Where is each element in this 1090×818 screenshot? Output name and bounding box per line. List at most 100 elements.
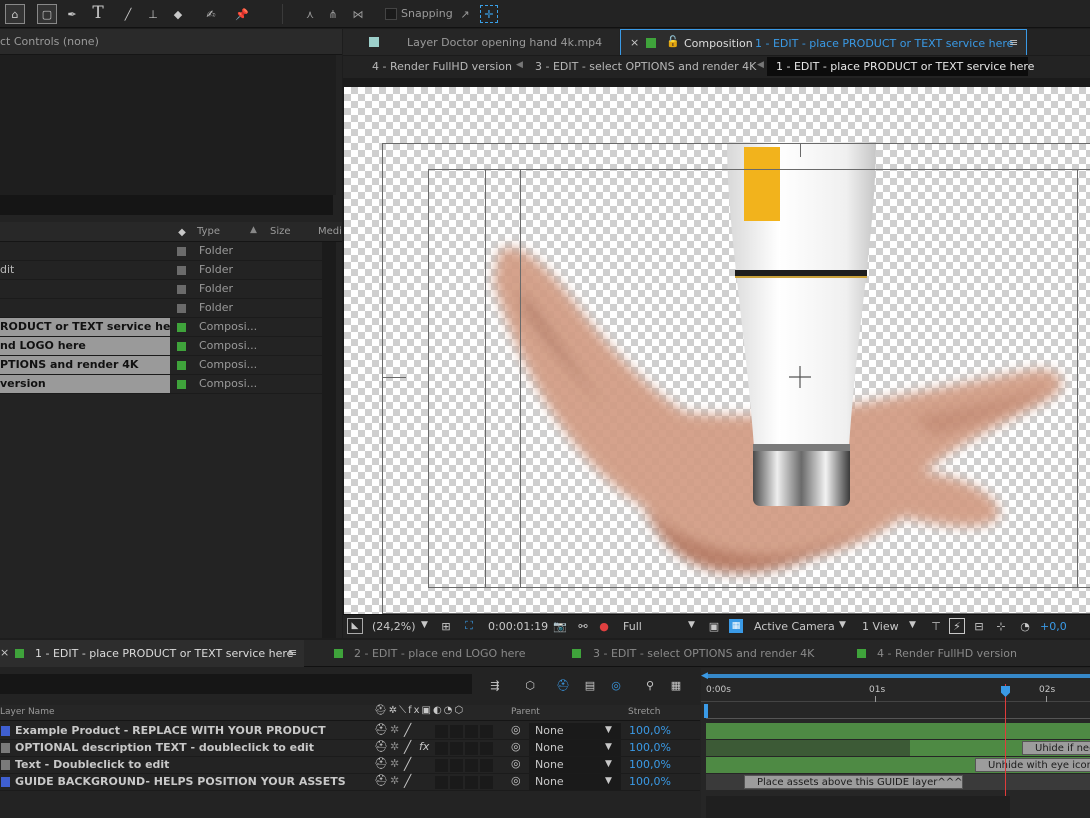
always-preview-icon[interactable]: ◣	[347, 618, 363, 634]
pickwhip-icon[interactable]: ◎	[511, 774, 521, 787]
label-color-swatch[interactable]	[177, 361, 186, 370]
size-column-header[interactable]: Size	[270, 226, 291, 237]
snap-edge-icon[interactable]: ↗	[456, 5, 474, 23]
motion-blur-icon[interactable]: ◎	[607, 676, 625, 694]
adjustment-switch[interactable]	[465, 725, 478, 738]
zoom-dropdown-arrow-icon[interactable]: ▼	[421, 620, 428, 630]
parent-dropdown-arrow-icon[interactable]: ▼	[605, 776, 612, 786]
project-search-input[interactable]	[0, 195, 333, 215]
quality-switch-icon[interactable]: ╱	[404, 723, 411, 737]
breadcrumb-render-fullhd[interactable]: 4 - Render FullHD version	[372, 60, 512, 73]
3d-layer-switch[interactable]	[480, 725, 493, 738]
layer-viewer-tab[interactable]: Layer Doctor opening hand 4k.mp4	[343, 29, 619, 55]
project-item-row[interactable]: nd LOGO here Composi...	[0, 337, 322, 356]
effect-controls-tab[interactable]: ct Controls (none)	[0, 29, 342, 55]
pickwhip-icon[interactable]: ◎	[511, 740, 521, 753]
quality-switch-icon[interactable]: ╱	[404, 740, 411, 754]
time-graph[interactable]: ◀ 0:00s 01s 02s Uhide if nee Unhide with…	[701, 668, 1090, 818]
motion-blur-switch[interactable]	[450, 759, 463, 772]
3d-layer-switch[interactable]	[480, 776, 493, 789]
view-layout-dropdown[interactable]: 1 View	[862, 620, 899, 633]
project-item-row[interactable]: Folder	[0, 280, 322, 299]
stretch-column-header[interactable]: Stretch	[628, 707, 660, 717]
graph-editor-icon[interactable]: ⚲	[641, 676, 659, 694]
project-item-row[interactable]: dit Folder	[0, 261, 322, 280]
3d-layer-switch[interactable]	[480, 742, 493, 755]
layer-name[interactable]: Example Product - REPLACE WITH YOUR PROD…	[15, 723, 326, 739]
pen-icon[interactable]: ✒	[62, 4, 82, 24]
pickwhip-icon[interactable]: ◎	[511, 757, 521, 770]
project-scrollbar[interactable]	[322, 242, 336, 638]
collapse-switch-icon[interactable]: ✲	[390, 740, 399, 753]
layer-row[interactable]: OPTIONAL description TEXT - doubleclick …	[0, 740, 700, 757]
quality-switch-icon[interactable]: ╱	[404, 774, 411, 788]
puppet-pin-icon[interactable]: 📌	[232, 4, 252, 24]
layer-search-input[interactable]	[0, 674, 472, 694]
camera-view-dropdown[interactable]: Active Camera	[754, 620, 835, 633]
color-channels-icon[interactable]: ●	[596, 618, 612, 634]
3d-layer-switch[interactable]	[480, 759, 493, 772]
reset-exposure-icon[interactable]: ◔	[1017, 618, 1033, 634]
snapshot-camera-icon[interactable]: 📷	[552, 618, 568, 634]
label-color-swatch[interactable]	[177, 266, 186, 275]
transparency-grid-icon[interactable]: ⛶	[461, 618, 477, 634]
frame-blending-icon[interactable]: ▤	[581, 676, 599, 694]
show-snapshot-icon[interactable]: ⚯	[575, 618, 591, 634]
parent-dropdown-arrow-icon[interactable]: ▼	[605, 725, 612, 735]
label-color-swatch[interactable]	[177, 304, 186, 313]
calendar-icon[interactable]: ▦	[667, 676, 685, 694]
project-item-row[interactable]: RODUCT or TEXT service here Composi...	[0, 318, 322, 337]
toggle-transparency-grid-icon[interactable]: ▦	[729, 619, 743, 633]
snap-features-icon[interactable]: ✛	[480, 5, 498, 23]
adjustment-switch[interactable]	[465, 759, 478, 772]
layer-marker-unhide-eye[interactable]: Unhide with eye icon at	[975, 758, 1090, 772]
frame-blend-switch[interactable]	[435, 759, 448, 772]
shy-layers-icon[interactable]: ⛑	[554, 676, 572, 694]
fast-previews-icon[interactable]: ▣	[706, 618, 722, 634]
stretch-value[interactable]: 100,0%	[629, 723, 671, 739]
resolution-dropdown-arrow-icon[interactable]: ▼	[688, 620, 695, 630]
collapse-switch-icon[interactable]: ✲	[390, 774, 399, 787]
close-tab-icon[interactable]: ×	[630, 36, 639, 49]
label-column-icon[interactable]: ◆	[174, 224, 190, 240]
layer-bar-example-product[interactable]	[706, 723, 1090, 739]
project-item-row[interactable]: version Composi...	[0, 375, 322, 394]
frame-blend-switch[interactable]	[435, 725, 448, 738]
composition-canvas[interactable]	[344, 87, 1090, 636]
fast-draft-icon[interactable]: ⚡	[949, 618, 965, 634]
motion-blur-switch[interactable]	[450, 742, 463, 755]
breadcrumb-current-comp[interactable]: 1 - EDIT - place PRODUCT or TEXT service…	[767, 57, 1034, 76]
layer-row[interactable]: Text - Doubleclick to edit ⛑ ✲ ╱ ◎ None ▼ 100,0…	[0, 757, 700, 774]
parent-dropdown-arrow-icon[interactable]: ▼	[605, 742, 612, 752]
quality-switch-icon[interactable]: ╱	[404, 757, 411, 771]
current-timecode[interactable]: 0:00:01:19	[488, 620, 548, 633]
label-color-swatch[interactable]	[177, 380, 186, 389]
view-layout-dropdown-arrow-icon[interactable]: ▼	[909, 620, 916, 630]
label-color-swatch[interactable]	[177, 247, 186, 256]
media-column-header[interactable]: Medi	[318, 226, 342, 237]
brush-icon[interactable]: ╱	[118, 4, 138, 24]
project-item-row[interactable]: PTIONS and render 4K Composi...	[0, 356, 322, 375]
motion-blur-switch[interactable]	[450, 776, 463, 789]
text-icon[interactable]: T	[88, 3, 108, 23]
toggle-pixel-aspect-icon[interactable]: ⊤	[928, 618, 944, 634]
home-icon[interactable]: ⌂	[5, 4, 25, 24]
layer-marker-guide[interactable]: Place assets above this GUIDE layer^^^	[744, 775, 964, 789]
composition-tab[interactable]: × 🔓 Composition 1 - EDIT - place PRODUCT…	[620, 29, 1027, 55]
lock-icon[interactable]: 🔓	[666, 35, 680, 48]
selection-icon[interactable]: ▢	[37, 4, 57, 24]
timeline-tab-4[interactable]: 4 - Render FullHD version	[857, 640, 1037, 667]
work-area-bar[interactable]	[706, 674, 1090, 678]
layer-row[interactable]: GUIDE BACKGROUND- HELPS POSITION YOUR AS…	[0, 774, 700, 791]
type-column-header[interactable]: Type	[197, 226, 220, 237]
adjustment-switch[interactable]	[465, 742, 478, 755]
shy-switch-icon[interactable]: ⛑	[374, 757, 388, 770]
comp-mini-flowchart-icon[interactable]: ⇶	[486, 676, 504, 694]
stretch-value[interactable]: 100,0%	[629, 740, 671, 756]
layer-row[interactable]: Example Product - REPLACE WITH YOUR PROD…	[0, 723, 700, 740]
stretch-value[interactable]: 100,0%	[629, 757, 671, 773]
roto-brush-icon[interactable]: ✍	[200, 4, 222, 24]
shy-switch-icon[interactable]: ⛑	[374, 774, 388, 787]
clone-stamp-icon[interactable]: ⊥	[143, 4, 163, 24]
layer-marker-unhide[interactable]: Uhide if nee	[1022, 741, 1090, 755]
